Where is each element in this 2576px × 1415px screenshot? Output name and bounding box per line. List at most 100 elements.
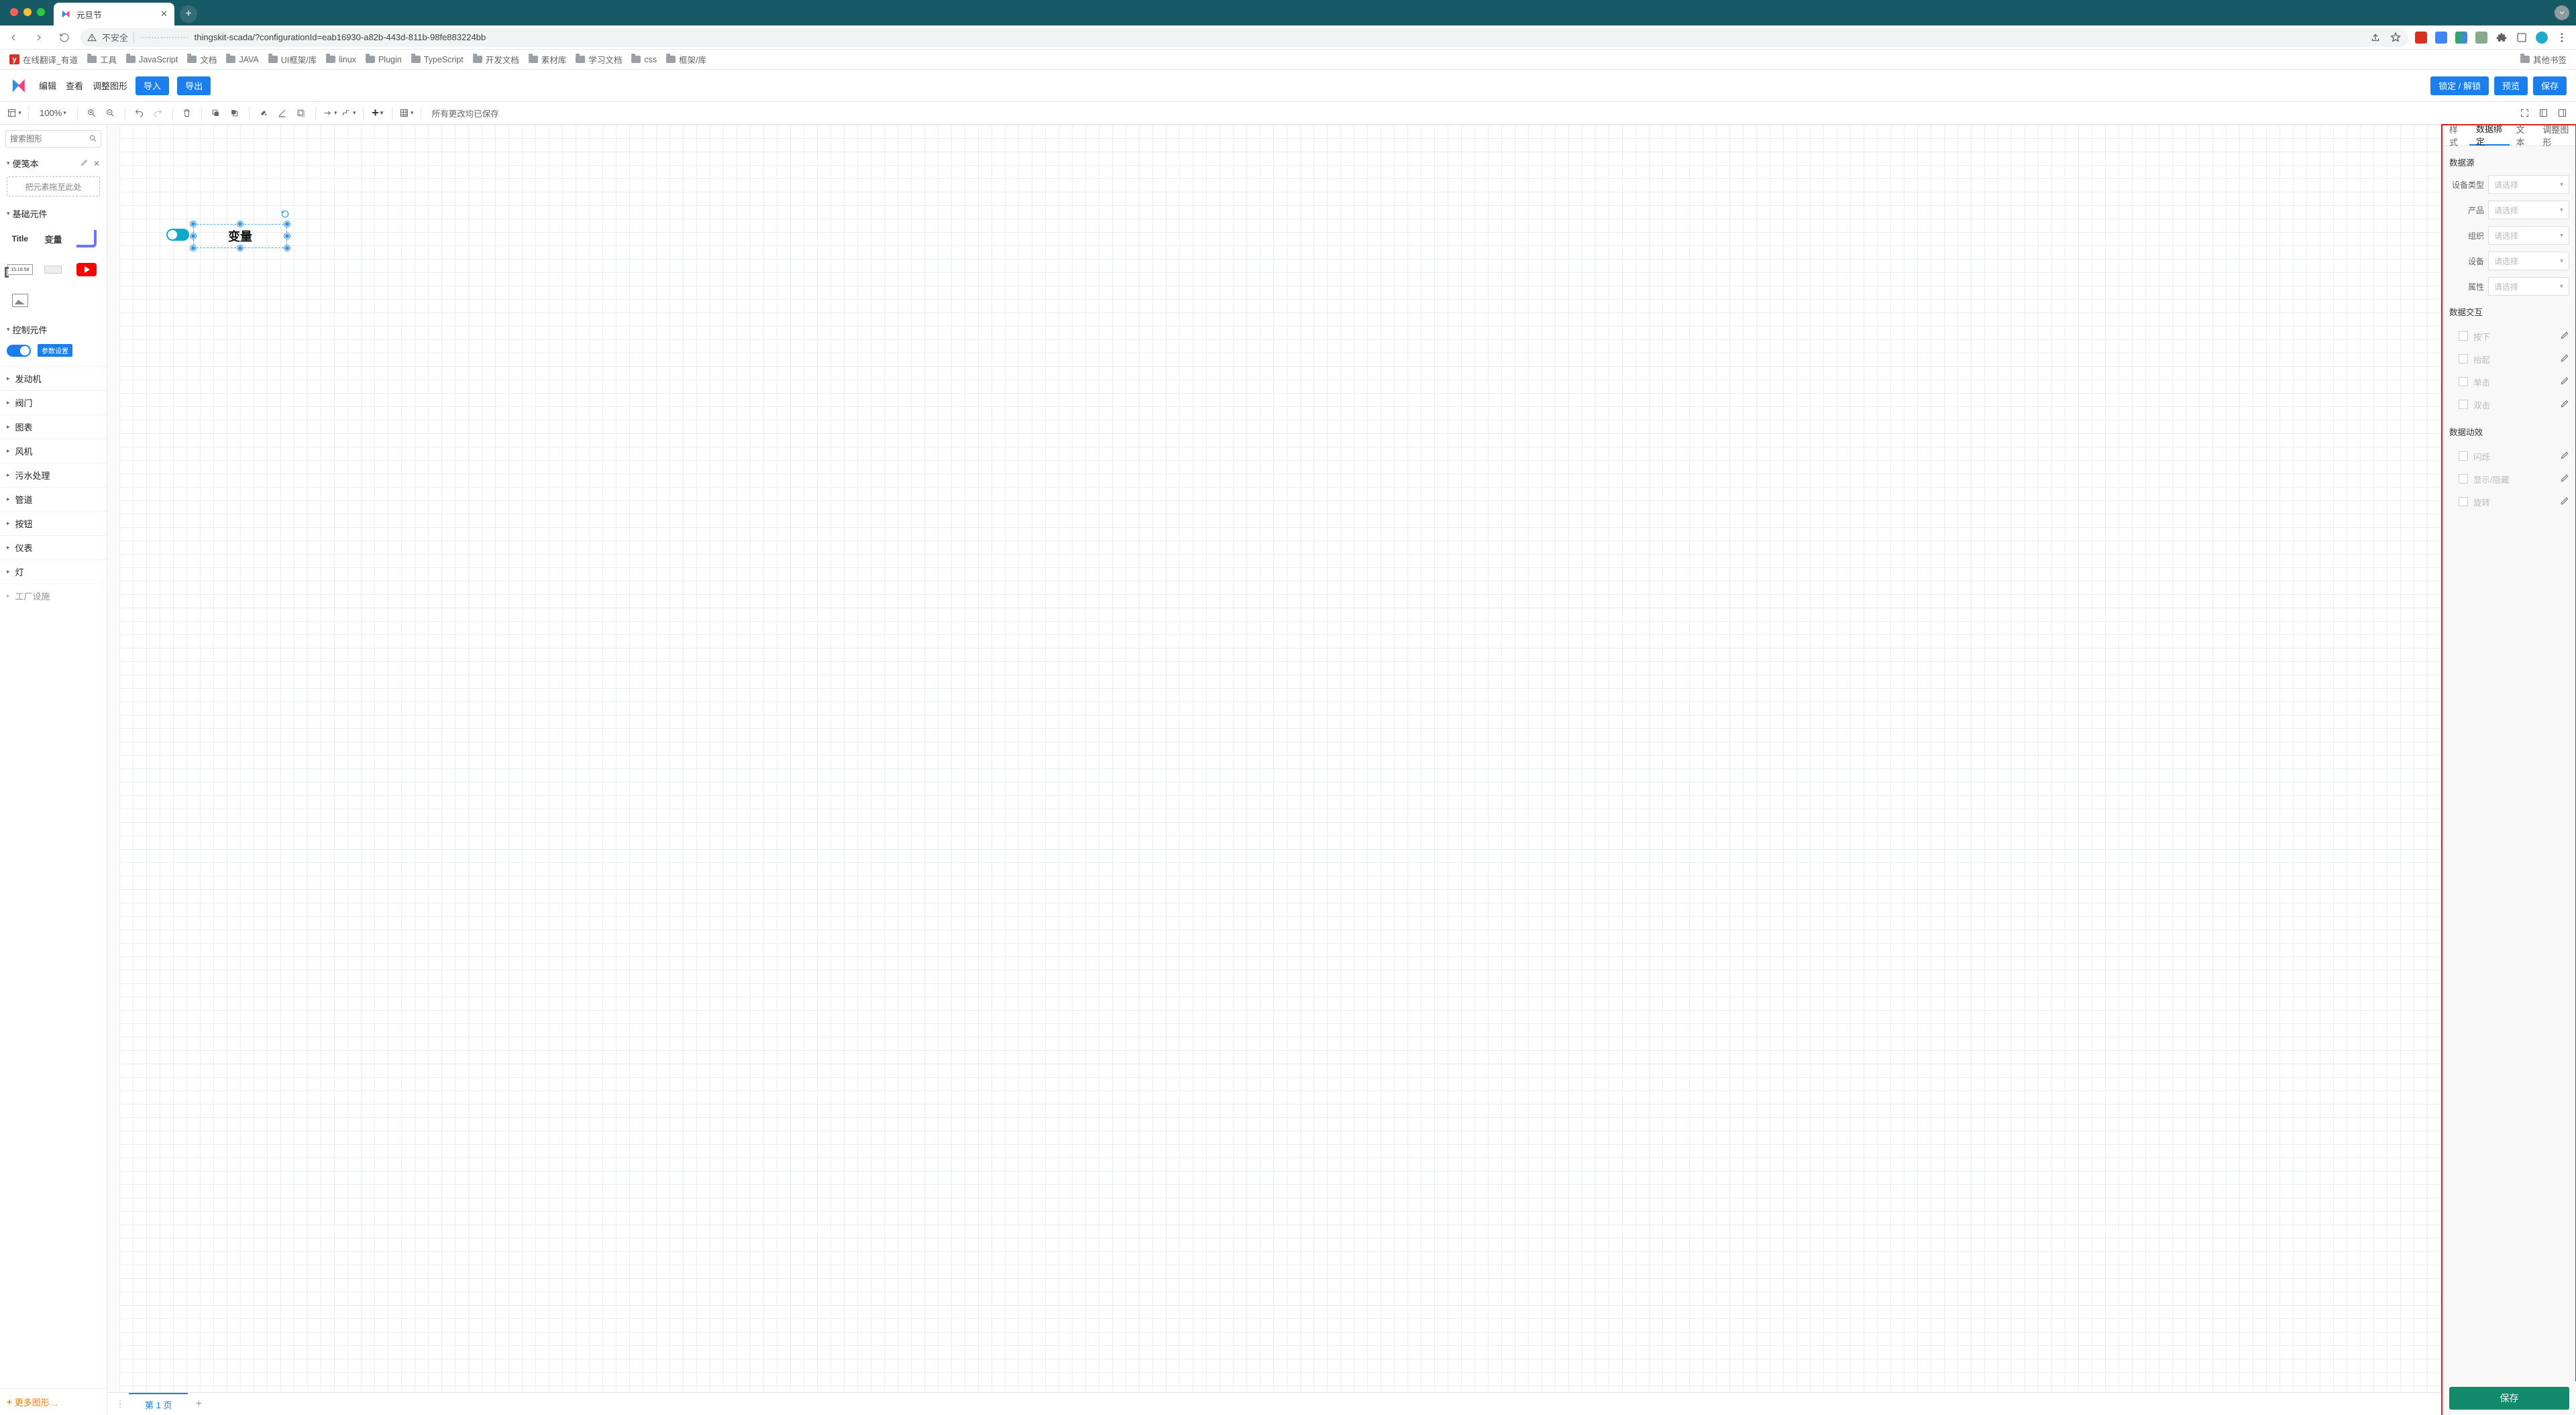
page-tab-active[interactable]: 第 1 页 bbox=[129, 1393, 188, 1415]
menu-edit[interactable]: 编辑 bbox=[39, 79, 56, 92]
select-product[interactable]: 请选择 bbox=[2488, 201, 2569, 219]
ext-icon-3[interactable] bbox=[2455, 32, 2467, 44]
basic-section-header[interactable]: ▾ 基础元件 bbox=[0, 203, 107, 224]
checkbox-dblclick[interactable] bbox=[2459, 400, 2468, 409]
select-device-type[interactable]: 请选择 bbox=[2488, 175, 2569, 194]
import-button[interactable]: 导入 bbox=[136, 76, 169, 95]
edit-icon[interactable] bbox=[2560, 496, 2569, 508]
more-shapes-link[interactable]: 更多图形… bbox=[0, 1388, 107, 1415]
resize-handle-n[interactable] bbox=[237, 221, 243, 227]
ext-icon-1[interactable] bbox=[2415, 32, 2427, 44]
checkbox-press[interactable] bbox=[2459, 331, 2468, 341]
connection-style-icon[interactable]: ▾ bbox=[323, 106, 337, 121]
window-minimize-dot[interactable] bbox=[23, 8, 32, 16]
bookmark-item[interactable]: 框架/库 bbox=[666, 53, 706, 66]
bookmark-item[interactable]: 学习文档 bbox=[576, 53, 622, 66]
selected-shape[interactable]: 变量 bbox=[193, 224, 287, 248]
collapse-right-icon[interactable] bbox=[2555, 106, 2569, 121]
to-back-icon[interactable] bbox=[227, 106, 242, 121]
insert-icon[interactable]: +▾ bbox=[370, 106, 385, 121]
nav-forward-icon[interactable] bbox=[30, 28, 48, 47]
edit-icon[interactable] bbox=[2560, 473, 2569, 485]
app-logo[interactable] bbox=[9, 77, 27, 95]
tab-arrange[interactable]: 调整图形 bbox=[2536, 125, 2576, 146]
scratchpad-close-icon[interactable]: ✕ bbox=[93, 159, 100, 168]
new-tab-button[interactable]: + bbox=[180, 5, 197, 23]
select-org[interactable]: 请选择 bbox=[2488, 226, 2569, 245]
window-close-dot[interactable] bbox=[10, 8, 18, 16]
scratchpad-section-header[interactable]: ▾ 便笺本 ✕ bbox=[0, 153, 107, 174]
redo-icon[interactable] bbox=[151, 106, 166, 121]
category-item[interactable]: 污水处理 bbox=[0, 463, 107, 487]
scratchpad-dropzone[interactable]: 把元素拖至此处 bbox=[7, 176, 100, 196]
bookmark-item[interactable]: 素材库 bbox=[529, 53, 567, 66]
zoom-in-icon[interactable] bbox=[85, 106, 99, 121]
resize-handle-s[interactable] bbox=[237, 245, 243, 251]
page-tabs-menu-icon[interactable]: ⋮ bbox=[113, 1399, 127, 1410]
tab-data-binding[interactable]: 数据绑定 bbox=[2469, 125, 2510, 146]
bookmark-item[interactable]: UI框架/库 bbox=[268, 53, 317, 66]
resize-handle-ne[interactable] bbox=[284, 221, 290, 227]
shape-param-button[interactable]: 参数设置 bbox=[38, 344, 72, 357]
shadow-icon[interactable] bbox=[294, 106, 309, 121]
category-item[interactable]: 图表 bbox=[0, 414, 107, 439]
menu-arrange[interactable]: 调整图形 bbox=[93, 79, 127, 92]
bookmark-item[interactable]: 开发文档 bbox=[473, 53, 519, 66]
collapse-left-icon[interactable] bbox=[2536, 106, 2551, 121]
checkbox-release[interactable] bbox=[2459, 354, 2468, 363]
nav-reload-icon[interactable] bbox=[55, 28, 74, 47]
undo-icon[interactable] bbox=[132, 106, 147, 121]
category-item[interactable]: 管道 bbox=[0, 487, 107, 511]
fullscreen-icon[interactable] bbox=[2517, 106, 2532, 121]
category-item[interactable]: 灯 bbox=[0, 559, 107, 583]
shape-l-frame[interactable] bbox=[73, 227, 100, 251]
zoom-select[interactable]: 100%▾ bbox=[36, 105, 70, 121]
category-item[interactable]: 风机 bbox=[0, 439, 107, 463]
shape-switch[interactable] bbox=[7, 345, 31, 357]
right-panel-save-button[interactable]: 保存 bbox=[2449, 1387, 2569, 1410]
rotate-handle-icon[interactable] bbox=[280, 209, 290, 222]
bookmark-item[interactable]: 文档 bbox=[187, 53, 217, 66]
bookmark-item[interactable]: css bbox=[631, 55, 657, 64]
bookmark-other[interactable]: 其他书签 bbox=[2520, 53, 2567, 66]
control-section-header[interactable]: ▾ 控制元件 bbox=[0, 319, 107, 340]
browser-tab-active[interactable]: 元旦节 ✕ bbox=[54, 3, 174, 25]
resize-handle-sw[interactable] bbox=[191, 245, 196, 251]
export-button[interactable]: 导出 bbox=[177, 76, 211, 95]
bookmark-item[interactable]: Plugin bbox=[366, 55, 402, 64]
shape-placeholder-box[interactable] bbox=[40, 258, 67, 282]
edit-icon[interactable] bbox=[2560, 451, 2569, 462]
search-shapes-input[interactable] bbox=[5, 130, 101, 148]
ext-icon-4[interactable] bbox=[2475, 32, 2487, 44]
scratchpad-edit-icon[interactable] bbox=[80, 159, 88, 168]
checkbox-blink[interactable] bbox=[2459, 451, 2468, 461]
close-tab-icon[interactable]: ✕ bbox=[160, 9, 168, 19]
select-attribute[interactable]: 请选择 bbox=[2488, 277, 2569, 296]
shape-video[interactable] bbox=[73, 258, 100, 282]
edit-icon[interactable] bbox=[2560, 331, 2569, 342]
window-zoom-dot[interactable] bbox=[37, 8, 45, 16]
browser-menu-avatar[interactable] bbox=[2555, 5, 2569, 20]
add-page-button[interactable]: + bbox=[189, 1398, 208, 1410]
nav-back-icon[interactable] bbox=[4, 28, 23, 47]
shape-variable[interactable]: 变量 bbox=[40, 227, 67, 251]
checkbox-click[interactable] bbox=[2459, 377, 2468, 386]
resize-handle-se[interactable] bbox=[284, 245, 290, 251]
bookmark-star-icon[interactable] bbox=[2390, 32, 2402, 44]
address-bar[interactable]: 不安全 ················· thingskit-scada/?c… bbox=[80, 28, 2408, 47]
ext-icon-square[interactable] bbox=[2516, 32, 2528, 44]
select-device[interactable]: 请选择 bbox=[2488, 251, 2569, 270]
edit-icon[interactable] bbox=[2560, 399, 2569, 410]
waypoint-style-icon[interactable]: ▾ bbox=[341, 106, 356, 121]
canvas-switch-shape[interactable] bbox=[166, 229, 189, 241]
category-item[interactable]: 工厂设施 bbox=[0, 583, 107, 608]
resize-handle-w[interactable] bbox=[191, 233, 196, 239]
table-icon[interactable]: ▾ bbox=[399, 106, 414, 121]
preview-button[interactable]: 预览 bbox=[2494, 76, 2528, 95]
category-item[interactable]: 发动机 bbox=[0, 366, 107, 390]
category-item[interactable]: 阀门 bbox=[0, 390, 107, 414]
shape-title[interactable]: Title bbox=[7, 227, 34, 251]
bookmark-item[interactable]: JavaScript bbox=[126, 55, 178, 64]
delete-icon[interactable] bbox=[180, 106, 195, 121]
bookmark-item[interactable]: linux bbox=[326, 55, 356, 64]
